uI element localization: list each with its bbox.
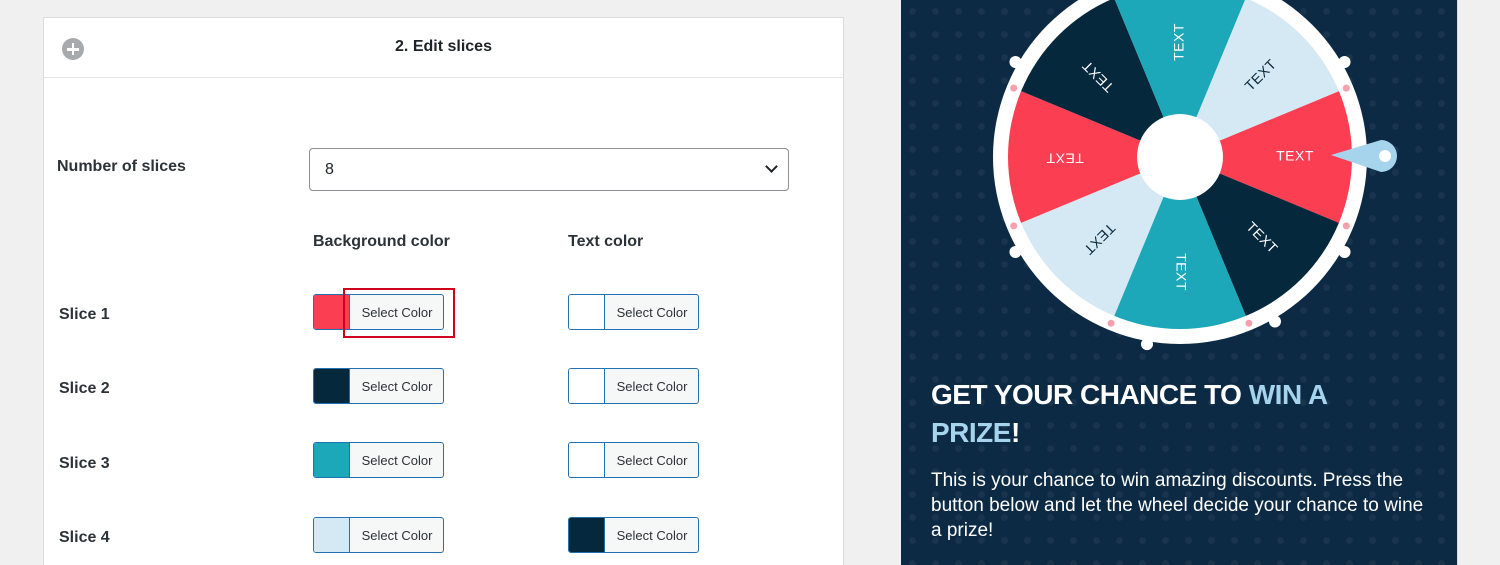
select-color-button[interactable]: Select Color [351, 528, 443, 543]
rim-knob [1009, 246, 1022, 258]
select-color-button[interactable]: Select Color [606, 453, 698, 468]
slice-4-background-color-picker[interactable]: Select Color [313, 517, 444, 553]
preview-body-text: This is your chance to win amazing disco… [931, 470, 1424, 541]
rim-pin [1010, 84, 1018, 92]
rim-knob [1338, 246, 1351, 258]
panel-title: 2. Edit slices [395, 38, 492, 55]
rim-knob [1269, 315, 1281, 328]
background-color-header: Background color [313, 233, 450, 250]
wheel-group: TEXTTEXTTEXTTEXTTEXTTEXTTEXTTEXT [993, 0, 1397, 351]
color-swatch[interactable] [314, 369, 350, 403]
slice-3-background-color-picker[interactable]: Select Color [313, 442, 444, 478]
pointer-dot [1379, 150, 1391, 162]
preview-headline: GET YOUR CHANCE TO WIN A PRIZE! [931, 376, 1401, 452]
slice-4-label: Slice 4 [59, 529, 110, 546]
select-color-button[interactable]: Select Color [606, 379, 698, 394]
rim-pin [1107, 319, 1115, 327]
rim-knob [1338, 56, 1351, 68]
headline-text: GET YOUR CHANCE TO [931, 379, 1249, 410]
wheel-preview: TEXT TEXT TEXT TEXT TEXT TEXT TEXT TEXT GET YOU… [901, 0, 1457, 565]
color-swatch[interactable] [314, 443, 350, 477]
number-of-slices-select[interactable]: 8 [309, 148, 789, 191]
slice-3-text-color-picker[interactable]: Select Color [568, 442, 699, 478]
color-swatch[interactable] [569, 518, 605, 552]
rim-knob [1009, 56, 1022, 68]
slice-2-label: Slice 2 [59, 380, 110, 397]
chevron-down-icon [765, 160, 778, 173]
color-swatch[interactable] [314, 518, 350, 552]
headline-end: ! [1010, 417, 1020, 448]
select-color-button[interactable]: Select Color [606, 528, 698, 543]
wheel-slice-text: TEXT [1046, 150, 1084, 166]
panel-header[interactable]: 2. Edit slices [44, 18, 843, 78]
number-of-slices-value: 8 [325, 161, 334, 178]
page-background [1457, 0, 1500, 565]
color-swatch[interactable] [569, 295, 605, 329]
wheel-hub [1137, 114, 1223, 200]
wheel-slice-text: TEXT [1276, 148, 1314, 164]
color-swatch[interactable] [569, 369, 605, 403]
rim-knob [1141, 338, 1154, 351]
slice-3-label: Slice 3 [59, 455, 110, 472]
slice-1-text-color-picker[interactable]: Select Color [568, 294, 699, 330]
slice-1-label: Slice 1 [59, 306, 110, 323]
wheel-slice-text: TEXT [1171, 23, 1187, 61]
slice-2-text-color-picker[interactable]: Select Color [568, 368, 699, 404]
number-of-slices-label: Number of slices [57, 158, 186, 175]
rim-pin [1010, 222, 1018, 230]
color-swatch[interactable] [569, 443, 605, 477]
rim-pin [1342, 222, 1350, 230]
text-color-header: Text color [568, 233, 644, 250]
rim-pin [1342, 84, 1350, 92]
edit-slices-panel: 2. Edit slices Number of slices 8 Backgr… [43, 17, 844, 565]
select-color-button[interactable]: Select Color [351, 379, 443, 394]
rim-pin [1245, 319, 1253, 327]
slice-4-text-color-picker[interactable]: Select Color [568, 517, 699, 553]
wheel-slice-text: TEXT [1173, 253, 1189, 291]
highlight-annotation [343, 288, 455, 338]
select-color-button[interactable]: Select Color [606, 305, 698, 320]
slice-2-background-color-picker[interactable]: Select Color [313, 368, 444, 404]
select-color-button[interactable]: Select Color [351, 453, 443, 468]
